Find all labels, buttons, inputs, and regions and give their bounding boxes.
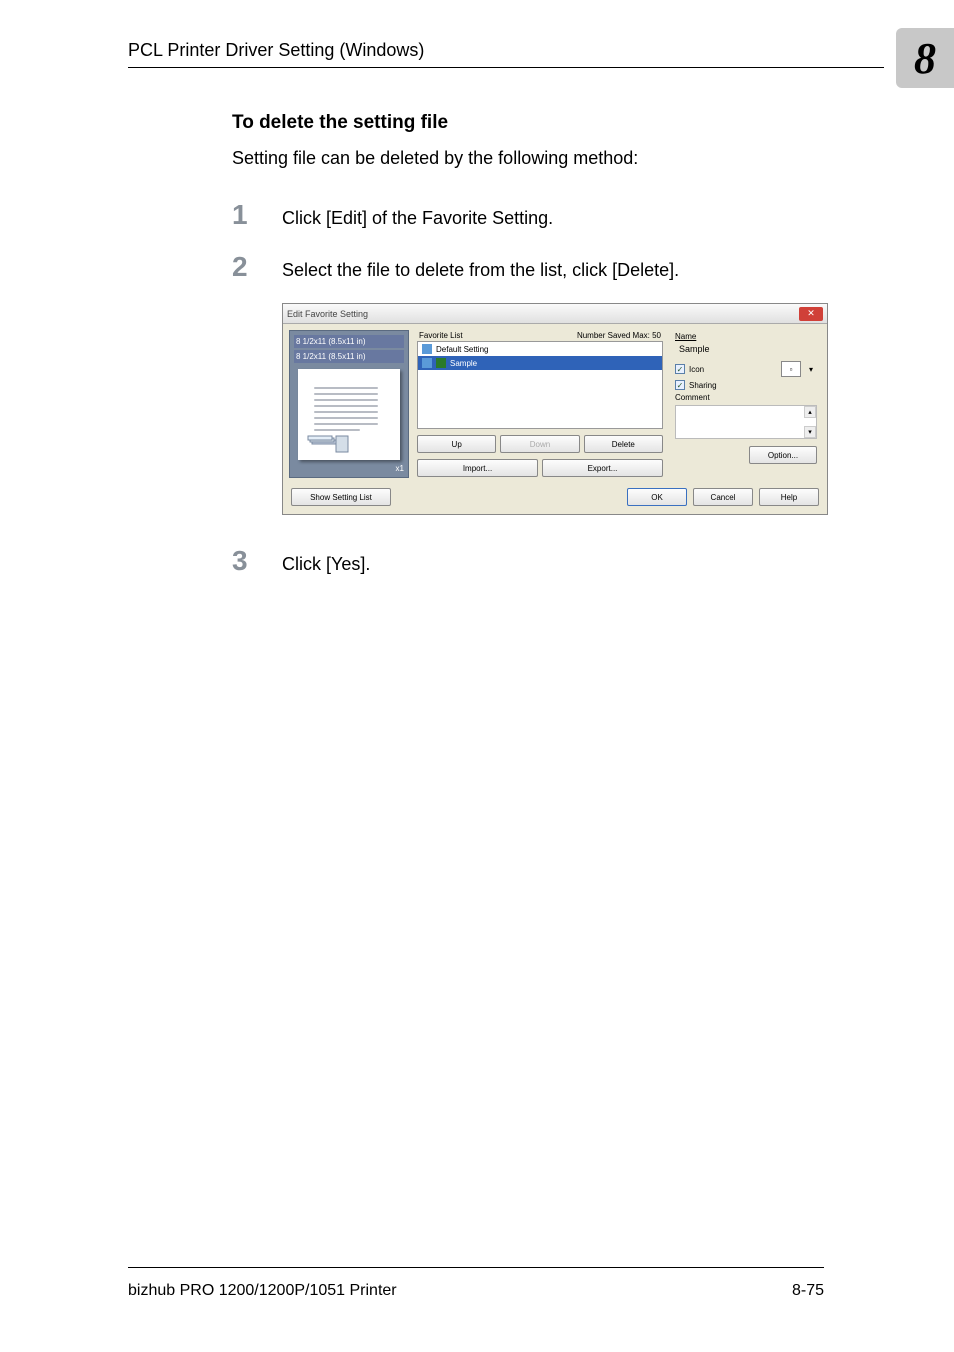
cancel-button[interactable]: Cancel — [693, 488, 753, 506]
page-header: PCL Printer Driver Setting (Windows) — [128, 40, 884, 68]
close-button[interactable]: ✕ — [799, 307, 823, 321]
middle-panel: Favorite List Number Saved Max: 50 Defau… — [409, 330, 671, 478]
icon-checkbox[interactable]: ✓ — [675, 364, 685, 374]
preview-size: 8 1/2x11 (8.5x11 in) — [294, 335, 404, 348]
page-footer: bizhub PRO 1200/1200P/1051 Printer 8-75 — [128, 1267, 824, 1300]
default-icon — [422, 344, 432, 354]
show-setting-list-button[interactable]: Show Setting List — [291, 488, 391, 506]
comment-textarea[interactable]: ▴ ▾ — [675, 405, 817, 439]
dialog-titlebar: Edit Favorite Setting ✕ — [283, 304, 827, 324]
sharing-checkbox[interactable]: ✓ — [675, 380, 685, 390]
import-button[interactable]: Import... — [417, 459, 538, 477]
scroll-down-icon[interactable]: ▾ — [804, 426, 816, 438]
preview-size: 8 1/2x11 (8.5x11 in) — [294, 350, 404, 363]
edit-favorite-dialog: Edit Favorite Setting ✕ 8 1/2x11 (8.5x11… — [282, 303, 828, 515]
preview-panel: 8 1/2x11 (8.5x11 in) 8 1/2x11 (8.5x11 in… — [289, 330, 409, 478]
section-intro: Setting file can be deleted by the follo… — [232, 148, 824, 169]
list-item[interactable]: Default Setting — [418, 342, 662, 356]
step-text: Select the file to delete from the list,… — [282, 260, 679, 281]
icon-label: Icon — [689, 365, 704, 374]
option-button[interactable]: Option... — [749, 446, 817, 464]
favorite-list-header: Favorite List Number Saved Max: 50 — [417, 330, 663, 341]
section-title: To delete the setting file — [232, 112, 824, 134]
content: To delete the setting file Setting file … — [232, 112, 824, 597]
chevron-down-icon[interactable]: ▾ — [805, 361, 817, 377]
preview-lines — [314, 387, 378, 426]
tray-icon — [306, 434, 356, 458]
dialog-body: 8 1/2x11 (8.5x11 in) 8 1/2x11 (8.5x11 in… — [283, 324, 827, 484]
ok-button[interactable]: OK — [627, 488, 687, 506]
favorite-list-label: Favorite List — [419, 331, 463, 340]
help-button[interactable]: Help — [759, 488, 819, 506]
step-number: 2 — [232, 251, 282, 283]
number-saved-label: Number Saved Max: 50 — [577, 331, 661, 340]
scroll-up-icon[interactable]: ▴ — [804, 406, 816, 418]
step-1: 1 Click [Edit] of the Favorite Setting. — [232, 199, 824, 231]
step-text: Click [Yes]. — [282, 554, 370, 575]
step-number: 1 — [232, 199, 282, 231]
list-item-label: Sample — [450, 359, 477, 368]
delete-button[interactable]: Delete — [584, 435, 663, 453]
favorite-list[interactable]: Default Setting Sample — [417, 341, 663, 429]
dialog-title: Edit Favorite Setting — [287, 309, 368, 319]
export-button[interactable]: Export... — [542, 459, 663, 477]
item-icon — [422, 358, 432, 368]
sharing-label: Sharing — [689, 381, 717, 390]
step-2: 2 Select the file to delete from the lis… — [232, 251, 824, 283]
dialog-footer: Show Setting List OK Cancel Help — [283, 484, 827, 514]
chapter-tab: 8 — [896, 28, 954, 88]
step-number: 3 — [232, 545, 282, 577]
comment-label: Comment — [675, 393, 817, 402]
icon-preview[interactable]: ▫ — [781, 361, 801, 377]
chapter-number: 8 — [914, 33, 936, 84]
step-3: 3 Click [Yes]. — [232, 545, 824, 577]
down-button[interactable]: Down — [500, 435, 579, 453]
right-panel: Name Sample ✓ Icon ▫ ▾ ✓ Sharing Comment… — [671, 330, 821, 478]
footer-right: 8-75 — [792, 1282, 824, 1300]
name-label: Name — [675, 332, 817, 341]
header-title: PCL Printer Driver Setting (Windows) — [128, 40, 884, 61]
step-text: Click [Edit] of the Favorite Setting. — [282, 208, 553, 229]
footer-left: bizhub PRO 1200/1200P/1051 Printer — [128, 1282, 397, 1300]
preview-paper — [298, 369, 400, 460]
name-value: Sample — [675, 344, 817, 354]
preview-scale: x1 — [294, 464, 404, 473]
list-item-selected[interactable]: Sample — [418, 356, 662, 370]
up-button[interactable]: Up — [417, 435, 496, 453]
shared-icon — [436, 358, 446, 368]
list-item-label: Default Setting — [436, 345, 488, 354]
